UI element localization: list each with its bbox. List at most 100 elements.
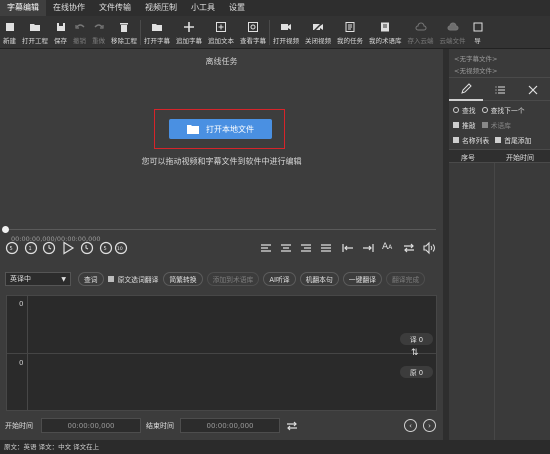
redo-label: 重做 [92,36,105,45]
tab-tools[interactable] [516,79,550,101]
head-tail-add-button[interactable]: 首尾添加 [504,135,531,145]
search-next-icon [481,107,488,113]
start-time-input[interactable]: 00:00:00,000 [41,418,141,433]
redo-button[interactable]: 重做 [89,16,108,49]
close-video-button[interactable]: 关闭视频 [302,16,334,49]
app-window: 字幕编辑 在线协作 文件传输 视频压制 小工具 设置 新建 打开工程 保存 撤销… [0,0,550,454]
swap-time-button[interactable] [284,418,300,434]
append-text-button[interactable]: 追加文本 [205,16,237,49]
save-to-cloud-button[interactable]: 存入云端 [405,16,437,49]
seek-handle[interactable] [2,226,9,233]
seek-bar[interactable] [0,226,443,234]
right-tabs [449,79,550,101]
tools-icon [528,85,538,94]
name-list-button[interactable]: 名称列表 [462,135,489,145]
find-button[interactable]: 查找 [462,105,476,115]
align-icon [321,244,331,252]
prev-subtitle-button[interactable]: ‹ [404,419,417,432]
machine-translate-sentence-button[interactable]: 机翻本句 [299,272,339,286]
lookup-word-button[interactable]: 查词 [78,272,104,286]
language-select[interactable]: 英译中 ▼ [5,272,71,286]
checkbox-box [107,276,114,282]
simp-trad-convert-button[interactable]: 简繁转换 [163,272,203,286]
names-icon [453,137,459,143]
ai-transcribe-button[interactable]: AI听译 [263,272,296,286]
my-glossary-label: 我的术语库 [369,36,402,45]
rewind-5s-button[interactable]: 5 [4,240,20,256]
one-click-translate-button[interactable]: 一键翻译 [342,272,382,286]
translation-done-button[interactable]: 翻译完成 [385,272,426,286]
open-video-button[interactable]: 打开视频 [270,16,302,49]
tab-list[interactable] [482,79,517,101]
align-right-button[interactable] [298,240,314,256]
jump-start-button[interactable] [340,240,356,256]
menu-settings[interactable]: 设置 [222,0,252,16]
menu-tools[interactable]: 小工具 [184,0,222,16]
swap-icon [287,421,297,431]
prev-frame-button[interactable] [41,240,57,256]
font-size-button[interactable]: AA [382,242,392,252]
save-icon [55,21,67,33]
seek-track [6,229,436,230]
append-subtitle-button[interactable]: 追加字幕 [173,16,205,49]
play-icon [63,241,75,255]
time-row: 开始时间 00:00:00,000 结束时间 00:00:00,000 ‹ › [0,417,443,435]
svg-text:10: 10 [117,246,123,252]
play-button[interactable] [60,240,76,256]
align-justify-button[interactable] [318,240,334,256]
menu-subtitle-edit[interactable]: 字幕编辑 [0,0,46,16]
view-subtitle-label: 查看字幕 [240,36,266,45]
export-button[interactable]: 导 [469,16,487,49]
open-project-button[interactable]: 打开工程 [19,16,51,49]
open-subtitle-button[interactable]: 打开字幕 [141,16,173,49]
jump-end-button[interactable] [360,240,376,256]
append-text-icon [215,21,227,33]
history-icon [42,241,56,255]
menu-video-compress[interactable]: 视频压制 [138,0,184,16]
align-left-button[interactable] [258,240,274,256]
rewind-icon: 5 [5,241,19,255]
tab-edit[interactable] [449,79,483,101]
next-frame-button[interactable] [79,240,95,256]
glossary-small-icon [481,122,488,128]
cloud-files-button[interactable]: 云端文件 [437,16,469,49]
view-subtitle-icon [247,21,259,33]
translation-bar: 英译中 ▼ 查词 原文选词翻译 简繁转换 添加到术语库 AI听译 机翻本句 一键… [0,269,443,289]
subtitle-file-name: <无字幕文件> [454,55,498,63]
add-to-glossary-button[interactable]: 添加到术语库 [206,272,260,286]
swap-button[interactable] [401,240,417,256]
refine-button[interactable]: 推敲 [462,120,476,130]
undo-button[interactable]: 撤销 [70,16,89,49]
end-time-input[interactable]: 00:00:00,000 [180,418,280,433]
menu-file-transfer[interactable]: 文件传输 [92,0,138,16]
rewind-1s-button[interactable]: 1 [23,240,39,256]
table-column-divider [494,163,495,440]
open-video-label: 打开视频 [273,36,299,45]
view-subtitle-button[interactable]: 查看字幕 [237,16,269,49]
new-button[interactable]: 新建 [0,16,19,49]
my-tasks-button[interactable]: 我的任务 [334,16,366,49]
save-to-cloud-label: 存入云端 [407,36,434,45]
volume-button[interactable] [421,240,437,256]
forward-10s-button[interactable]: 10 [113,240,129,256]
menu-online-collab[interactable]: 在线协作 [46,0,92,16]
subtitle-table-header: 序号 开始时间 [449,149,550,163]
swap-lines-icon[interactable]: ⇅ [411,348,419,358]
save-button[interactable]: 保存 [51,16,70,49]
forward-5s-button[interactable]: 5 [98,240,114,256]
remove-project-button[interactable]: 移除工程 [108,16,140,49]
subtitle-editor[interactable]: 0 0 译 0 ⇅ 原 0 [6,295,437,411]
open-project-label: 打开工程 [22,36,48,45]
my-glossary-button[interactable]: 我的术语库 [366,16,405,49]
open-local-file-button[interactable]: 打开本地文件 [169,119,272,139]
find-next-button[interactable]: 查找下一个 [491,105,525,115]
next-subtitle-button[interactable]: › [423,419,436,432]
align-center-button[interactable] [278,240,294,256]
append-subtitle-label: 追加字幕 [176,36,202,45]
original-count-badge: 原 0 [400,366,433,378]
my-tasks-label: 我的任务 [337,36,363,45]
export-icon [472,21,484,33]
cloud-files-label: 云端文件 [439,36,466,45]
source-word-translate-checkbox[interactable]: 原文选词翻译 [107,274,158,284]
glossary-button[interactable]: 术语库 [491,120,511,130]
